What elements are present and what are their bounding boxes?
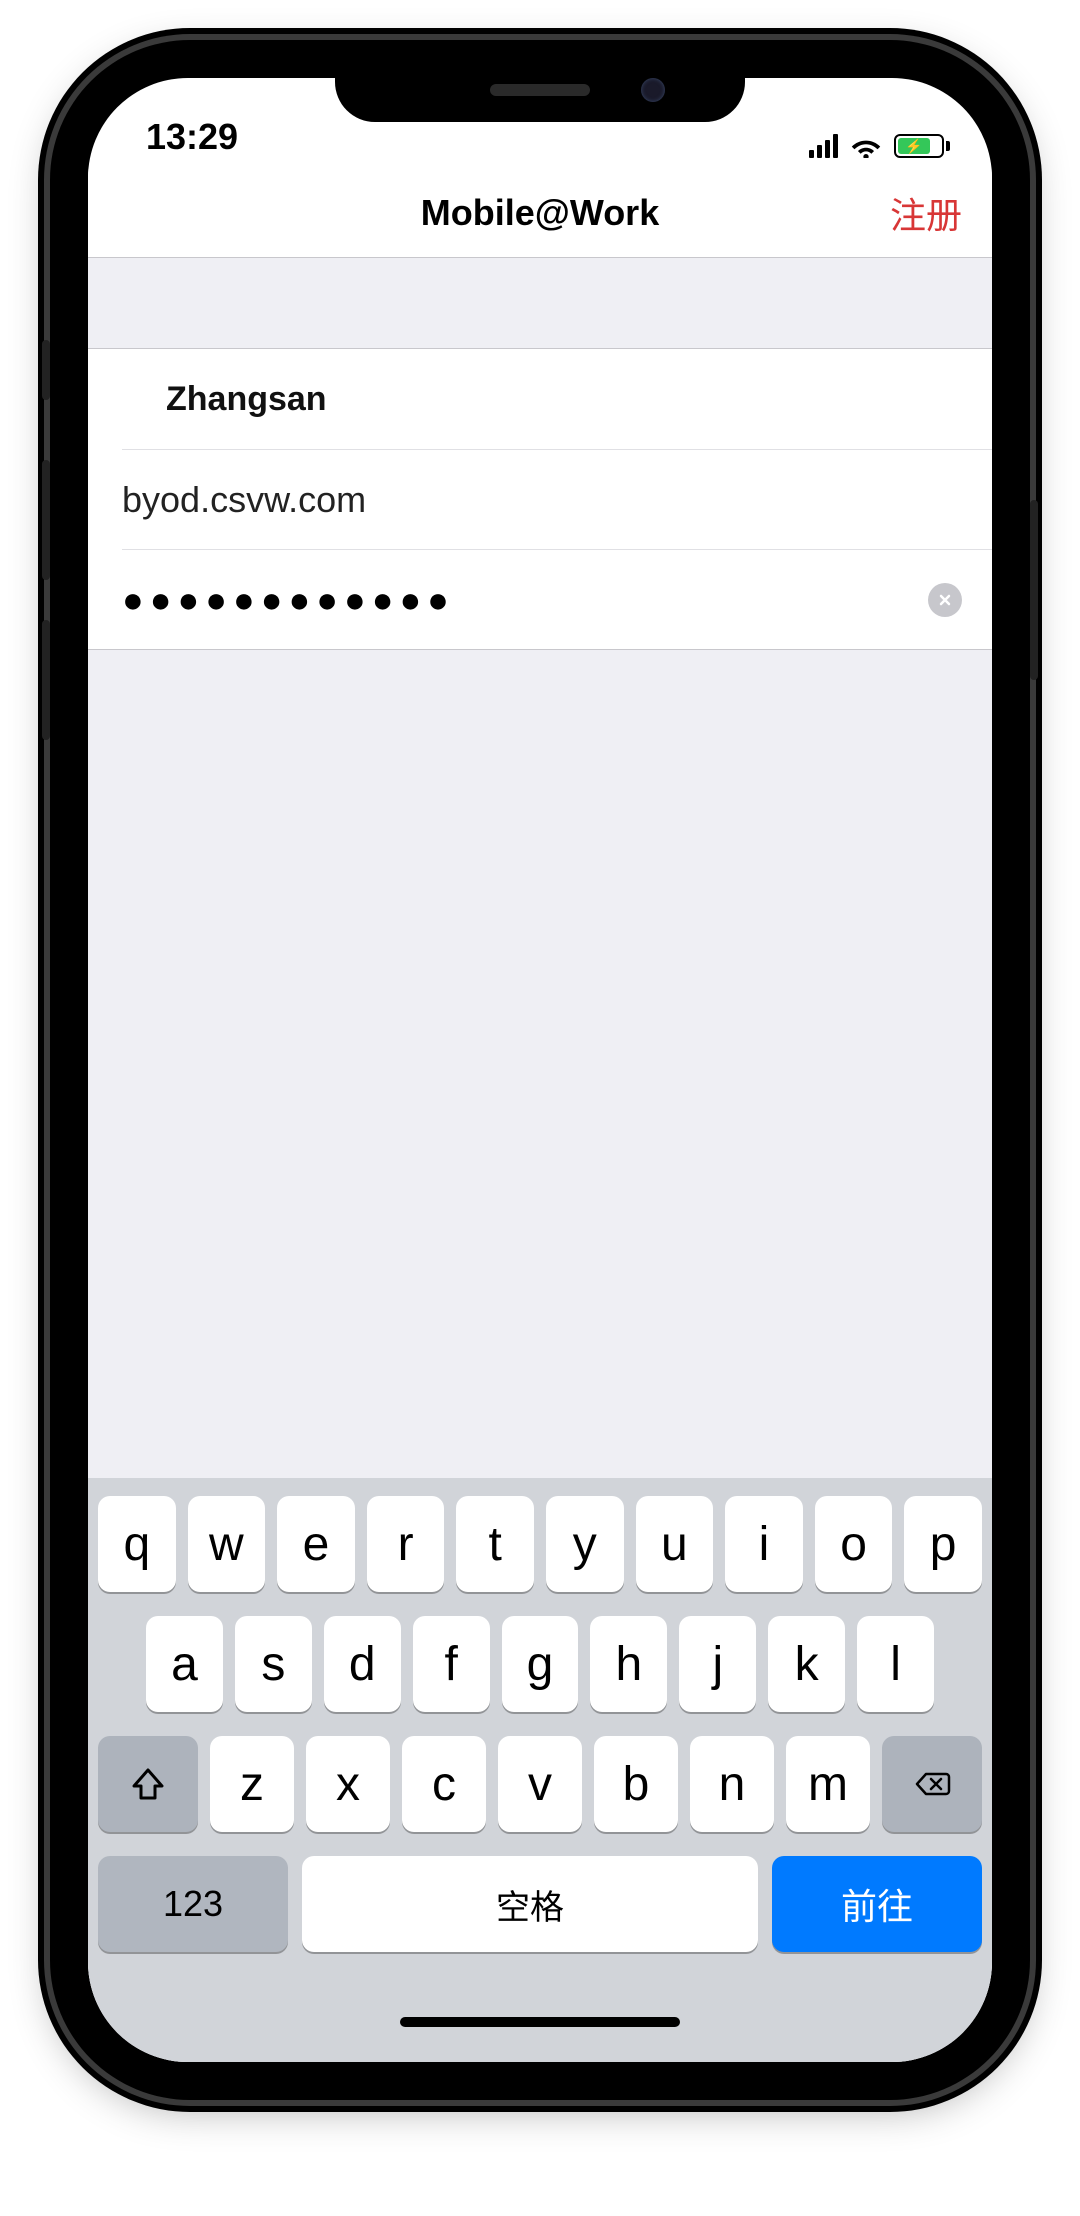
go-key[interactable]: 前往 xyxy=(772,1856,982,1952)
home-indicator[interactable] xyxy=(88,1982,992,2062)
key-y[interactable]: y xyxy=(546,1496,624,1592)
username-field[interactable]: Zhangsan xyxy=(88,349,992,449)
page-title: Mobile@Work xyxy=(421,192,659,234)
numbers-key[interactable]: 123 xyxy=(98,1856,288,1952)
wifi-icon xyxy=(850,134,882,158)
key-s[interactable]: s xyxy=(235,1616,312,1712)
key-e[interactable]: e xyxy=(277,1496,355,1592)
phone-notch xyxy=(335,60,745,122)
key-b[interactable]: b xyxy=(594,1736,678,1832)
phone-side-button xyxy=(1030,500,1038,680)
key-g[interactable]: g xyxy=(502,1616,579,1712)
key-n[interactable]: n xyxy=(690,1736,774,1832)
server-value: byod.csvw.com xyxy=(122,479,366,521)
key-v[interactable]: v xyxy=(498,1736,582,1832)
key-h[interactable]: h xyxy=(590,1616,667,1712)
key-m[interactable]: m xyxy=(786,1736,870,1832)
key-k[interactable]: k xyxy=(768,1616,845,1712)
phone-frame: 13:29 ⚡ xyxy=(50,40,1030,2100)
phone-side-button xyxy=(42,340,50,400)
key-u[interactable]: u xyxy=(636,1496,714,1592)
cellular-signal-icon xyxy=(809,134,838,158)
key-c[interactable]: c xyxy=(402,1736,486,1832)
clear-icon[interactable] xyxy=(928,583,962,617)
password-field[interactable]: ●●●●●●●●●●●● xyxy=(122,549,992,649)
phone-side-button xyxy=(42,620,50,740)
key-a[interactable]: a xyxy=(146,1616,223,1712)
phone-side-button xyxy=(42,460,50,580)
content-area: Zhangsan byod.csvw.com ●●●●●●●●●●●● xyxy=(88,258,992,2062)
shift-icon xyxy=(128,1764,168,1804)
shift-key[interactable] xyxy=(98,1736,198,1832)
key-x[interactable]: x xyxy=(306,1736,390,1832)
key-f[interactable]: f xyxy=(413,1616,490,1712)
space-key[interactable]: 空格 xyxy=(302,1856,758,1952)
key-r[interactable]: r xyxy=(367,1496,445,1592)
key-z[interactable]: z xyxy=(210,1736,294,1832)
key-i[interactable]: i xyxy=(725,1496,803,1592)
backspace-icon xyxy=(912,1764,952,1804)
backspace-key[interactable] xyxy=(882,1736,982,1832)
login-form: Zhangsan byod.csvw.com ●●●●●●●●●●●● xyxy=(88,348,992,650)
battery-charging-icon: ⚡ xyxy=(894,134,950,158)
keyboard-row-2: a s d f g h j k l xyxy=(98,1616,982,1712)
key-w[interactable]: w xyxy=(188,1496,266,1592)
navigation-bar: Mobile@Work 注册 xyxy=(88,168,992,258)
key-d[interactable]: d xyxy=(324,1616,401,1712)
key-j[interactable]: j xyxy=(679,1616,756,1712)
register-button[interactable]: 注册 xyxy=(890,187,962,239)
username-value: Zhangsan xyxy=(122,380,327,419)
key-t[interactable]: t xyxy=(456,1496,534,1592)
keyboard-row-1: q w e r t y u i o p xyxy=(98,1496,982,1592)
keyboard: q w e r t y u i o p a xyxy=(88,1478,992,1982)
keyboard-row-3: z x c v b n m xyxy=(98,1736,982,1832)
key-p[interactable]: p xyxy=(904,1496,982,1592)
key-q[interactable]: q xyxy=(98,1496,176,1592)
key-l[interactable]: l xyxy=(857,1616,934,1712)
key-o[interactable]: o xyxy=(815,1496,893,1592)
password-value: ●●●●●●●●●●●● xyxy=(122,579,455,621)
server-field[interactable]: byod.csvw.com xyxy=(122,449,992,549)
keyboard-row-4: 123 空格 前往 xyxy=(98,1856,982,1952)
status-time: 13:29 xyxy=(146,116,238,158)
